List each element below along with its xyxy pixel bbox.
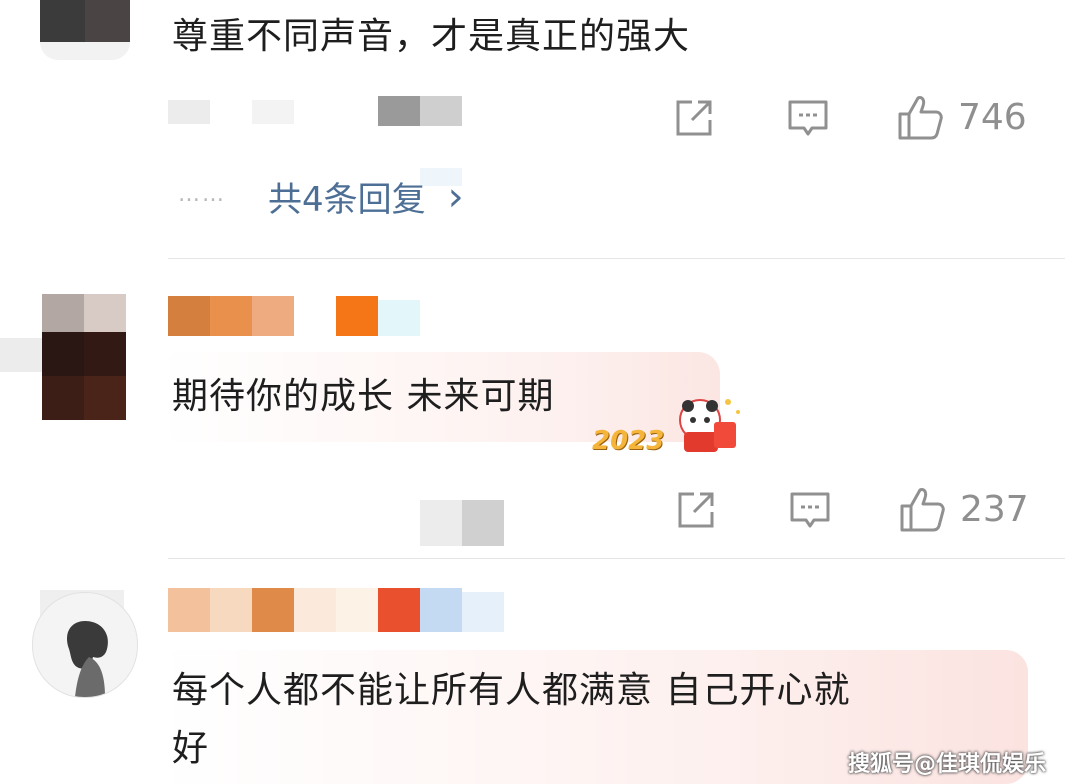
view-replies-link[interactable]: 共4条回复 › xyxy=(268,172,464,221)
sticker-2023: 2023 xyxy=(588,392,748,462)
comment-icon xyxy=(788,100,828,136)
comment-text: 尊重不同声音，才是真正的强大 xyxy=(172,16,691,57)
comment-button[interactable] xyxy=(788,488,832,532)
share-icon xyxy=(676,100,712,136)
like-button[interactable]: 237 xyxy=(898,484,1029,534)
username-blurred xyxy=(420,500,504,546)
like-button[interactable]: 746 xyxy=(896,92,1027,142)
avatar-portrait xyxy=(66,621,108,697)
share-button[interactable] xyxy=(674,488,718,532)
avatar[interactable] xyxy=(40,0,130,60)
avatar[interactable] xyxy=(0,294,130,420)
replies-label: 共4条回复 xyxy=(268,180,426,220)
username-blurred xyxy=(168,588,504,632)
watermark: 搜狐号@佳琪侃娱乐 xyxy=(848,752,1047,777)
username-blurred xyxy=(168,96,468,128)
username-blurred xyxy=(168,296,438,336)
thumbs-up-icon xyxy=(898,96,943,140)
comment-text: 期待你的成长 未来可期 xyxy=(172,376,555,417)
divider xyxy=(168,258,1065,259)
avatar[interactable] xyxy=(32,592,138,698)
chevron-right-icon: › xyxy=(447,173,464,220)
reply-thread-ellipsis: …… xyxy=(178,182,226,207)
thumbs-up-icon xyxy=(900,488,945,532)
comment-text-line-1: 每个人都不能让所有人都满意 自己开心就 xyxy=(172,670,851,711)
share-icon xyxy=(678,492,714,528)
like-count: 237 xyxy=(960,488,1029,530)
divider xyxy=(168,558,1065,559)
share-button[interactable] xyxy=(672,96,716,140)
comment-text-line-2: 好 xyxy=(172,728,210,769)
comment-icon xyxy=(790,492,830,528)
sticker-year: 2023 xyxy=(592,426,665,456)
like-count: 746 xyxy=(958,96,1027,138)
comment-button[interactable] xyxy=(786,96,830,140)
